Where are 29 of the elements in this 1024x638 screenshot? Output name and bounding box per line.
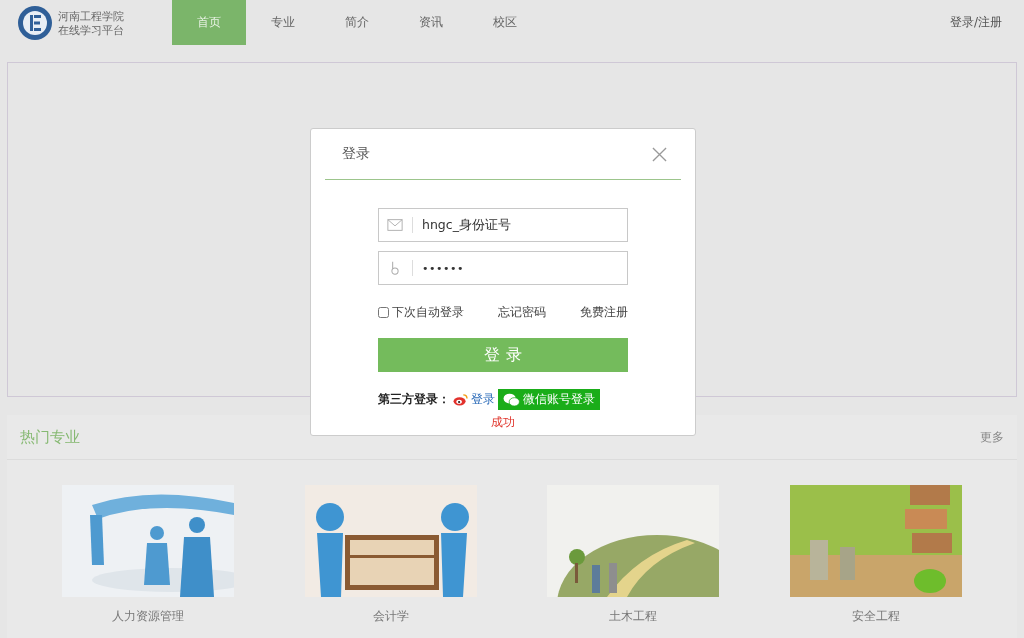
remember-label: 下次自动登录 xyxy=(392,304,464,320)
weibo-icon[interactable] xyxy=(453,393,468,406)
section-title: 热门专业 xyxy=(20,427,80,447)
register-link[interactable]: 免费注册 xyxy=(580,304,628,320)
dialog-title: 登录 xyxy=(342,145,370,163)
forgot-password-link[interactable]: 忘记密码 xyxy=(498,304,546,320)
nav-tab[interactable]: 简介 xyxy=(320,0,394,45)
status-message: 成功 xyxy=(491,415,515,430)
platform-name: 在线学习平台 xyxy=(58,22,124,37)
nav-tab[interactable]: 资讯 xyxy=(394,0,468,45)
major-caption[interactable]: 人力资源管理 xyxy=(112,609,185,624)
major-caption[interactable]: 会计学 xyxy=(372,609,409,624)
college-logo-icon xyxy=(17,4,53,41)
login-register-link[interactable]: 登录/注册 xyxy=(949,14,1002,31)
major-caption[interactable]: 安全工程 xyxy=(851,609,900,624)
wechat-login-button[interactable]: 微信账号登录 xyxy=(498,389,600,410)
third-party-label: 第三方登录： xyxy=(378,392,450,407)
close-icon[interactable] xyxy=(652,146,667,162)
nav-tab[interactable]: 校区 xyxy=(468,0,542,45)
weibo-login-link[interactable]: 登录 xyxy=(471,392,495,407)
more-link[interactable]: 更多 xyxy=(980,428,1004,446)
password-field[interactable]: •••••• xyxy=(378,251,628,285)
platform-name: 河南工程学院 xyxy=(58,8,124,23)
username-field[interactable]: hngc_身份证号 xyxy=(378,208,628,242)
nav-tab[interactable]: 专业 xyxy=(246,0,320,45)
chat-bubbles-icon xyxy=(503,392,520,407)
remember-checkbox[interactable] xyxy=(378,306,389,318)
envelope-icon xyxy=(387,218,403,232)
major-caption[interactable]: 土木工程 xyxy=(609,609,658,624)
